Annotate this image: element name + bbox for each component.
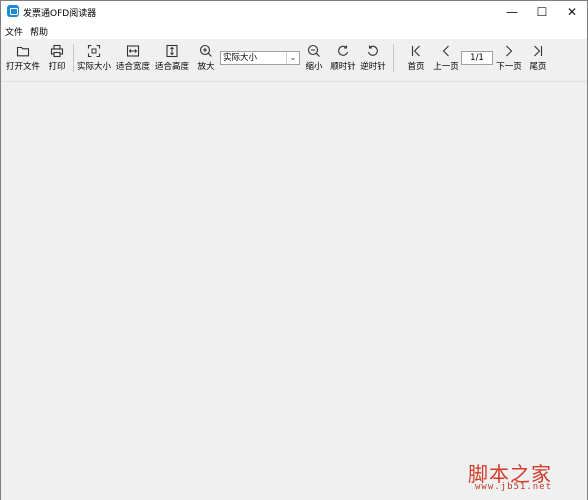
zoom-out-label: 缩小: [305, 62, 323, 72]
toolbar-separator: [393, 44, 394, 72]
first-page-label: 首页: [407, 62, 425, 72]
rotate-counterclockwise-icon: [367, 45, 378, 56]
first-page-icon: [411, 45, 420, 57]
print-button[interactable]: 打印: [45, 42, 69, 74]
fit-width-button[interactable]: 适合宽度: [115, 42, 151, 74]
last-page-label: 尾页: [529, 62, 547, 72]
previous-page-label: 上一页: [433, 62, 459, 72]
zoom-out-icon: [307, 44, 320, 57]
close-button[interactable]: ✕: [557, 1, 587, 23]
open-file-label: 打开文件: [5, 62, 40, 72]
folder-icon: [16, 46, 30, 57]
actual-size-label: 实际大小: [76, 62, 111, 72]
previous-page-button[interactable]: 上一页: [432, 42, 460, 74]
zoom-in-button[interactable]: 放大: [195, 42, 217, 74]
toolbar-separator: [73, 44, 74, 72]
fit-height-button[interactable]: 适合高度: [154, 42, 190, 74]
document-view-area[interactable]: [1, 81, 587, 500]
print-label: 打印: [48, 62, 66, 72]
fit-width-icon: [126, 45, 140, 57]
fit-height-icon: [166, 44, 178, 58]
toolbar: 打开文件 打印 实际大小 适合宽度 适合高度 放大 实际大小 ⌄ 缩小 顺时针 …: [1, 39, 587, 79]
zoom-out-button[interactable]: 缩小: [303, 42, 325, 74]
rotate-counterclockwise-button[interactable]: 逆时针: [359, 42, 387, 74]
menu-help[interactable]: 帮助: [30, 25, 48, 38]
rotate-clockwise-button[interactable]: 顺时针: [329, 42, 357, 74]
next-page-label: 下一页: [496, 62, 522, 72]
fit-height-label: 适合高度: [154, 62, 189, 72]
app-window: 发票通OFD阅读器 — ☐ ✕ 文件 帮助 打开文件 打印 实际大小 适合宽度 …: [0, 0, 588, 500]
fit-width-label: 适合宽度: [115, 62, 150, 72]
chevron-left-icon: [442, 45, 449, 57]
menu-file[interactable]: 文件: [5, 25, 23, 38]
actual-size-button[interactable]: 实际大小: [76, 42, 112, 74]
maximize-button[interactable]: ☐: [527, 1, 557, 23]
page-number-field[interactable]: [461, 51, 493, 65]
zoom-in-label: 放大: [197, 62, 215, 72]
printer-icon: [50, 44, 64, 58]
zoom-in-icon: [199, 44, 212, 57]
last-page-button[interactable]: 尾页: [527, 42, 549, 74]
zoom-level-select[interactable]: 实际大小 ⌄: [220, 51, 300, 65]
first-page-button[interactable]: 首页: [404, 42, 428, 74]
actual-size-icon: [87, 44, 101, 58]
chevron-down-icon[interactable]: ⌄: [286, 52, 299, 64]
app-logo-icon: [7, 5, 19, 17]
title-bar: 发票通OFD阅读器 — ☐ ✕: [1, 1, 587, 23]
next-page-button[interactable]: 下一页: [495, 42, 523, 74]
chevron-right-icon: [506, 45, 513, 57]
rotate-clockwise-label: 顺时针: [330, 62, 356, 72]
rotate-counterclockwise-label: 逆时针: [360, 62, 386, 72]
zoom-level-value: 实际大小: [223, 53, 258, 63]
watermark-url: www.jb51.net: [475, 482, 553, 492]
rotate-clockwise-icon: [338, 45, 349, 56]
menu-bar: 文件 帮助: [1, 23, 587, 39]
open-file-button[interactable]: 打开文件: [5, 42, 41, 74]
window-title: 发票通OFD阅读器: [23, 9, 97, 19]
minimize-button[interactable]: —: [497, 1, 527, 23]
last-page-icon: [534, 45, 543, 57]
